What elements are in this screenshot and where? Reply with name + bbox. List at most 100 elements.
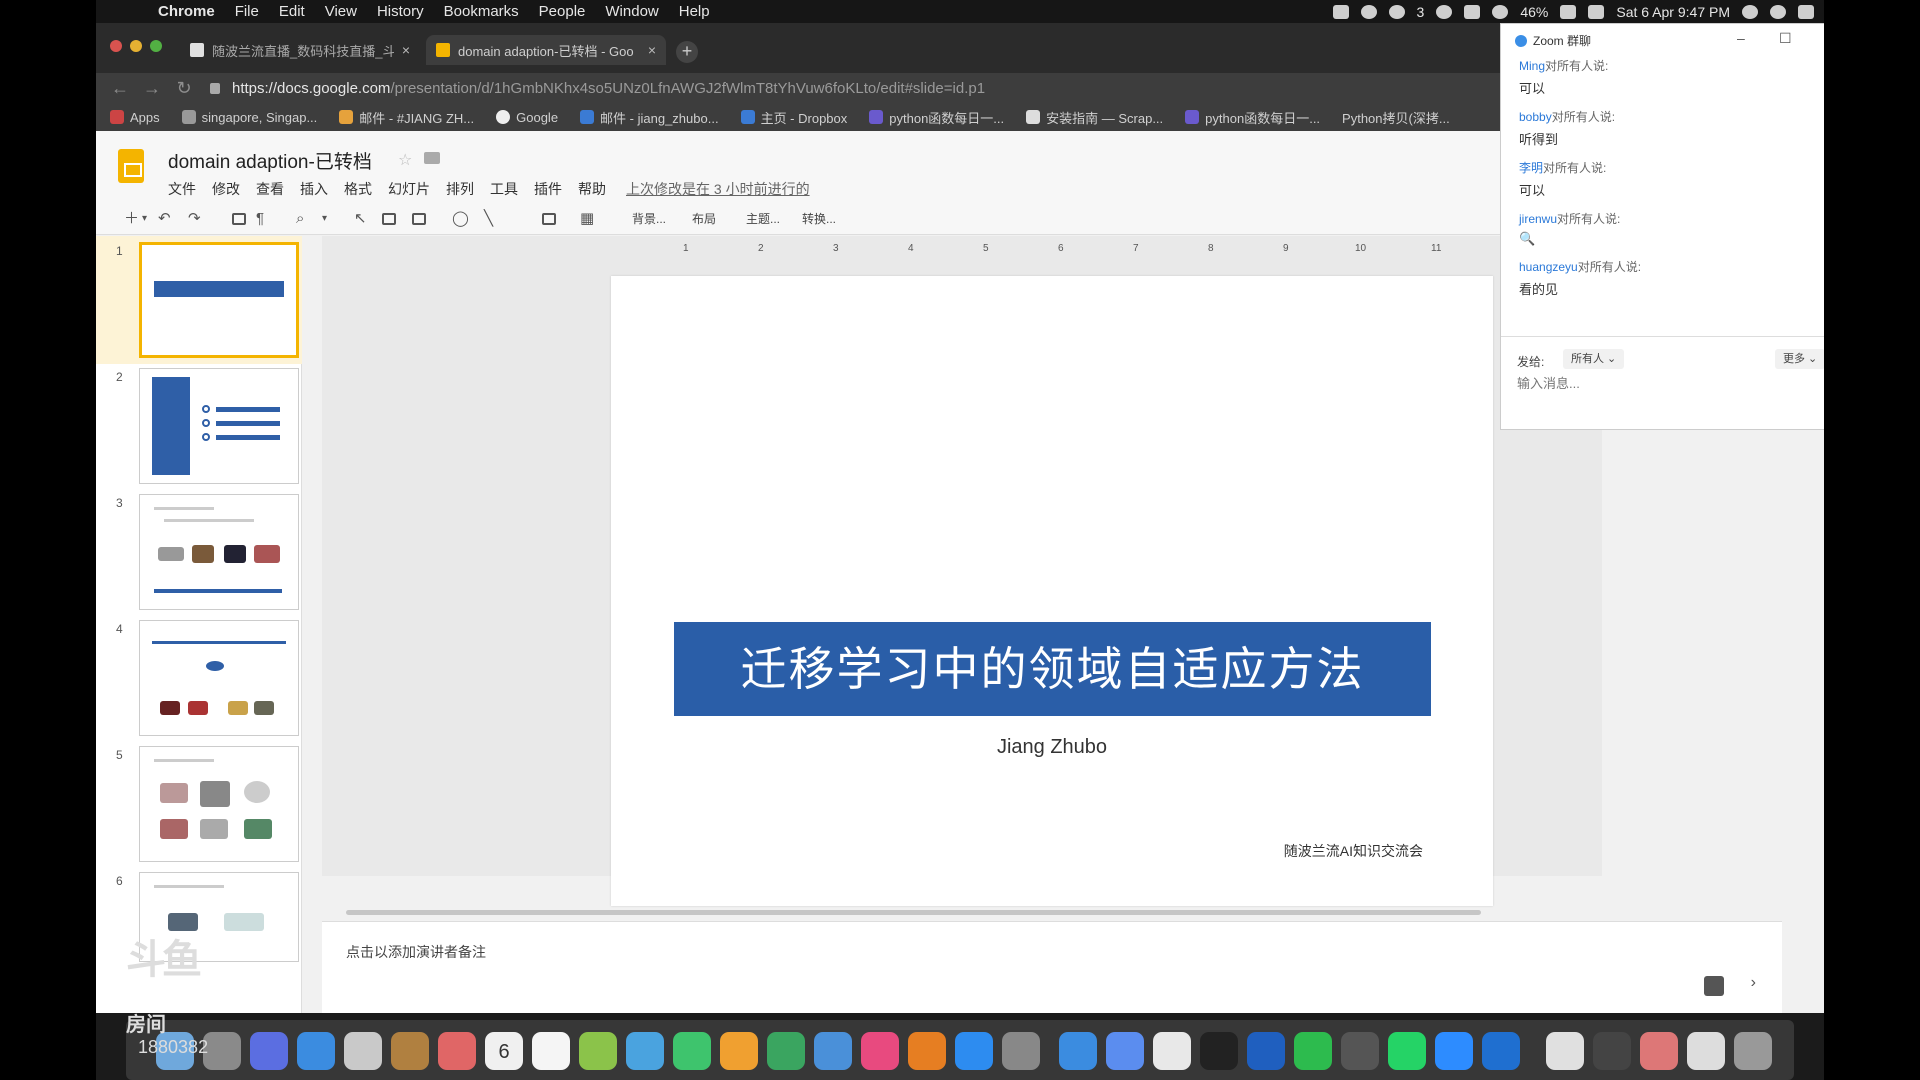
teamviewer-icon[interactable] xyxy=(1482,1032,1520,1070)
bookmark-singapore[interactable]: singapore, Singap... xyxy=(181,110,317,125)
reload-icon[interactable]: ↻ xyxy=(168,78,200,99)
menu-edit[interactable]: Edit xyxy=(279,3,305,20)
bird-icon[interactable] xyxy=(1059,1032,1097,1070)
chat-message-input[interactable] xyxy=(1517,376,1824,391)
menu-format-cn[interactable]: 格式 xyxy=(344,179,372,199)
photos-icon[interactable] xyxy=(438,1032,476,1070)
bookmark-apps[interactable]: Apps xyxy=(110,110,160,125)
slides-logo-icon[interactable] xyxy=(118,149,144,183)
minimize-window-icon[interactable] xyxy=(130,40,142,52)
menu-tools-cn[interactable]: 工具 xyxy=(490,179,518,199)
trello-icon[interactable] xyxy=(1247,1032,1285,1070)
recipient-dropdown[interactable]: 所有人 ⌄ xyxy=(1563,349,1625,369)
bookmark-dropbox[interactable]: 主页 - Dropbox xyxy=(740,108,847,127)
user-icon[interactable] xyxy=(1770,4,1786,19)
transition-button[interactable]: 转换... xyxy=(802,209,836,229)
reminders-icon[interactable] xyxy=(532,1032,570,1070)
tab-close-icon[interactable]: × xyxy=(648,42,656,58)
redo-icon[interactable]: ↷ xyxy=(188,209,201,229)
send-icon[interactable] xyxy=(1464,4,1481,19)
pages-icon[interactable] xyxy=(720,1032,758,1070)
books-icon[interactable] xyxy=(908,1032,946,1070)
line-icon[interactable]: ╲ xyxy=(484,209,493,229)
wechat-icon[interactable] xyxy=(1294,1032,1332,1070)
image-icon[interactable] xyxy=(1640,1032,1678,1070)
menu-help[interactable]: Help xyxy=(679,3,710,20)
minimize-icon[interactable]: – xyxy=(1737,30,1745,46)
menu-app-name[interactable]: Chrome xyxy=(158,3,215,20)
clock[interactable]: Sat 6 Apr 9:47 PM xyxy=(1616,4,1730,20)
menu-file[interactable]: File xyxy=(235,3,259,20)
numbers-icon[interactable] xyxy=(767,1032,805,1070)
terminal-icon[interactable] xyxy=(1200,1032,1238,1070)
folder-icon[interactable] xyxy=(424,152,440,164)
back-arrow-icon[interactable]: ← xyxy=(104,78,136,99)
safari-icon[interactable] xyxy=(297,1032,335,1070)
keynote-icon[interactable] xyxy=(814,1032,852,1070)
menu-bookmarks[interactable]: Bookmarks xyxy=(444,3,519,20)
menu-history[interactable]: History xyxy=(377,3,424,20)
zoom-icon[interactable]: ⌕ xyxy=(296,209,304,229)
arrange-icon[interactable]: ▦ xyxy=(580,209,594,229)
baidu-icon[interactable] xyxy=(1106,1032,1144,1070)
menu-file-cn[interactable]: 文件 xyxy=(168,179,196,199)
text-box-icon[interactable] xyxy=(382,213,396,225)
bookmark-python-1[interactable]: python函数每日一... xyxy=(869,108,1004,127)
slide-thumbnail-4[interactable] xyxy=(139,620,299,736)
forward-arrow-icon[interactable]: → xyxy=(136,78,168,99)
select-cursor-icon[interactable]: ↖ xyxy=(354,209,367,229)
app-store-icon[interactable] xyxy=(955,1032,993,1070)
paint-format-icon[interactable]: ¶ xyxy=(256,209,264,229)
chevron-right-icon[interactable]: › xyxy=(1751,974,1756,992)
input-method-icon[interactable] xyxy=(1588,4,1605,19)
undo-icon[interactable]: ↶ xyxy=(158,209,171,229)
notes-placeholder[interactable]: 点击以添加演讲者备注 xyxy=(346,942,486,962)
battery-icon[interactable] xyxy=(1560,4,1577,19)
slide-author[interactable]: Jiang Zhubo xyxy=(611,736,1493,759)
whatsapp-icon[interactable] xyxy=(1388,1032,1426,1070)
menu-view[interactable]: View xyxy=(325,3,357,20)
menu-edit-cn[interactable]: 修改 xyxy=(212,179,240,199)
preview-icon[interactable] xyxy=(1687,1032,1725,1070)
slide-thumbnail-2[interactable] xyxy=(139,368,299,484)
image-icon[interactable] xyxy=(412,213,426,225)
chat-icon[interactable] xyxy=(1360,4,1377,19)
wechat-status-icon[interactable] xyxy=(1388,4,1405,19)
music-icon[interactable] xyxy=(861,1032,899,1070)
close-window-icon[interactable] xyxy=(110,40,122,52)
menu-help-cn[interactable]: 帮助 xyxy=(578,179,606,199)
horizontal-scrollbar[interactable] xyxy=(346,910,1481,915)
notes-book-icon[interactable] xyxy=(391,1032,429,1070)
speaker-notes[interactable]: 点击以添加演讲者备注 › xyxy=(322,921,1782,1013)
tab-slides[interactable]: domain adaption-已转档 - Goo × xyxy=(426,35,666,65)
new-tab-button[interactable]: + xyxy=(676,41,698,63)
comment-icon[interactable] xyxy=(542,213,556,225)
new-slide-dropdown-icon[interactable]: ▾ xyxy=(142,209,147,229)
document-icon[interactable] xyxy=(1546,1032,1584,1070)
bookmark-mail-2[interactable]: 邮件 - jiang_zhubo... xyxy=(580,108,719,127)
bookmark-python-2[interactable]: python函数每日一... xyxy=(1185,108,1320,127)
bookmark-google[interactable]: Google xyxy=(496,110,558,125)
zoom-window-icon[interactable] xyxy=(150,40,162,52)
explore-icon[interactable] xyxy=(1704,976,1724,996)
print-icon[interactable] xyxy=(232,213,246,225)
menu-arrange-cn[interactable]: 排列 xyxy=(446,179,474,199)
messages-icon[interactable] xyxy=(626,1032,664,1070)
slide-thumbnail-1[interactable] xyxy=(139,242,299,358)
last-edit-link[interactable]: 上次修改是在 3 小时前进行的 xyxy=(626,179,810,199)
bookmark-scrapy[interactable]: 安装指南 — Scrap... xyxy=(1026,108,1163,127)
zoom-dropdown-icon[interactable]: ▾ xyxy=(322,209,327,229)
tab-douyu[interactable]: 随波兰流直播_数码科技直播_斗 × xyxy=(180,35,420,65)
spotlight-search-icon[interactable] xyxy=(1742,4,1758,19)
chrome-icon[interactable] xyxy=(1153,1032,1191,1070)
calendar-icon[interactable]: 6 xyxy=(485,1032,523,1070)
dollar-icon[interactable] xyxy=(1436,4,1453,19)
wifi-icon[interactable] xyxy=(1492,4,1509,19)
facetime-icon[interactable] xyxy=(673,1032,711,1070)
zoom-icon[interactable] xyxy=(1435,1032,1473,1070)
maximize-icon[interactable]: ☐ xyxy=(1779,30,1792,47)
menu-slide-cn[interactable]: 幻灯片 xyxy=(388,179,430,199)
monitor-icon[interactable] xyxy=(1593,1032,1631,1070)
current-slide[interactable]: 迁移学习中的领域自适应方法 Jiang Zhubo 随波兰流AI知识交流会 xyxy=(611,276,1493,906)
slide-thumbnail-3[interactable] xyxy=(139,494,299,610)
